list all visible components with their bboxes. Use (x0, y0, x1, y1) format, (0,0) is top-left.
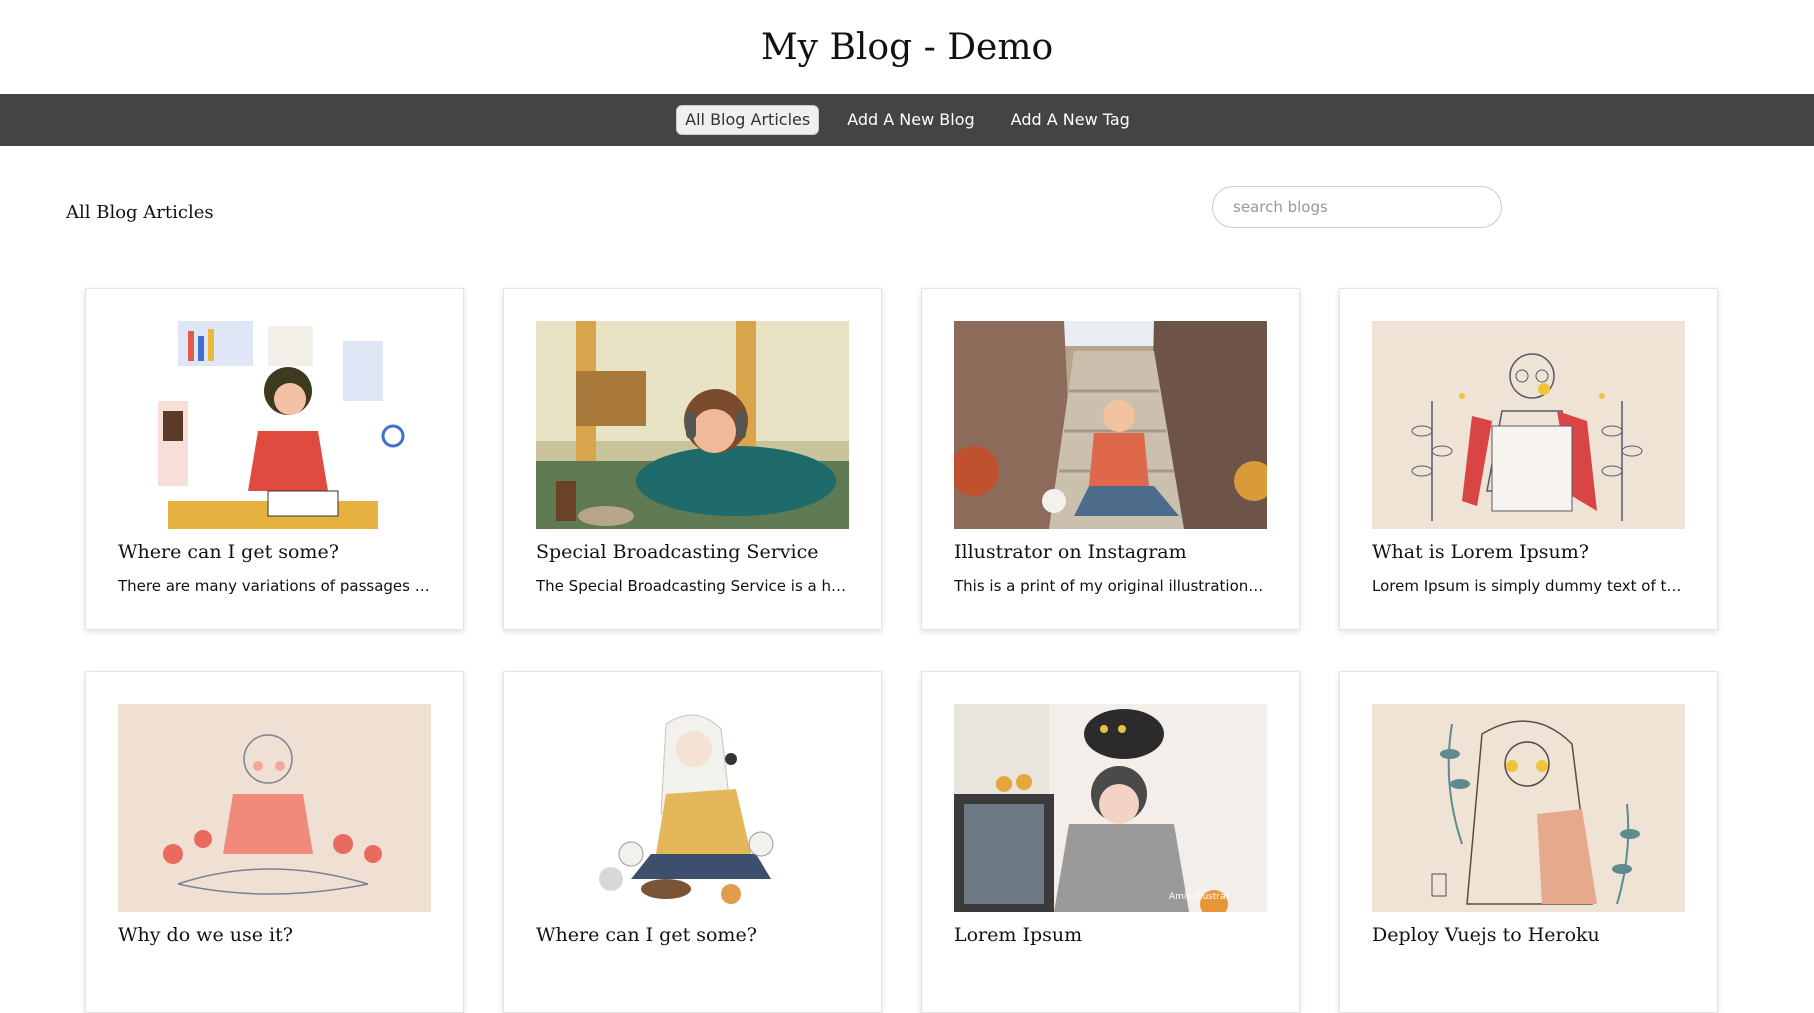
article-title[interactable]: Where can I get some? (536, 924, 849, 946)
article-card[interactable]: What is Lorem Ipsum? Lorem Ipsum is simp… (1339, 288, 1718, 630)
article-title[interactable]: Deploy Vuejs to Heroku (1372, 924, 1685, 946)
nav-all-blog-articles[interactable]: All Blog Articles (676, 105, 820, 135)
article-title[interactable]: Why do we use it? (118, 924, 431, 946)
section-title: All Blog Articles (66, 202, 214, 223)
article-card[interactable]: Why do we use it? (85, 671, 464, 1013)
nav-add-new-blog[interactable]: Add A New Blog (839, 106, 982, 134)
image-signature: Amie·Illustrat (1169, 892, 1230, 902)
article-thumbnail (954, 321, 1267, 529)
article-title[interactable]: Lorem Ipsum (954, 924, 1267, 946)
toolbar: All Blog Articles (0, 146, 1814, 270)
article-thumbnail (118, 704, 431, 912)
article-grid: Where can I get some? There are many var… (85, 288, 1718, 1013)
nav-add-new-tag[interactable]: Add A New Tag (1003, 106, 1138, 134)
article-card[interactable]: Amie·Illustrat Lorem Ipsum (921, 671, 1300, 1013)
article-excerpt: This is a print of my original illustrat… (954, 577, 1267, 595)
article-title[interactable]: Where can I get some? (118, 541, 431, 563)
article-title[interactable]: Special Broadcasting Service (536, 541, 849, 563)
article-excerpt: The Special Broadcasting Service is a hy… (536, 577, 849, 595)
article-thumbnail (1372, 704, 1685, 912)
article-thumbnail: Amie·Illustrat (954, 704, 1267, 912)
article-thumbnail (118, 321, 431, 529)
site-title: My Blog - Demo (760, 26, 1054, 68)
article-card[interactable]: Where can I get some? There are many var… (85, 288, 464, 630)
article-thumbnail (1372, 321, 1685, 529)
article-card[interactable]: Illustrator on Instagram This is a print… (921, 288, 1300, 630)
article-thumbnail (536, 704, 849, 912)
article-card[interactable]: Where can I get some? (503, 671, 882, 1013)
article-title[interactable]: Illustrator on Instagram (954, 541, 1267, 563)
article-card[interactable]: Deploy Vuejs to Heroku (1339, 671, 1718, 1013)
article-card[interactable]: Special Broadcasting Service The Special… (503, 288, 882, 630)
article-excerpt: Lorem Ipsum is simply dummy text of th… (1372, 577, 1685, 595)
article-thumbnail (536, 321, 849, 529)
article-title[interactable]: What is Lorem Ipsum? (1372, 541, 1685, 563)
search-input[interactable] (1212, 186, 1502, 228)
navbar: All Blog Articles Add A New Blog Add A N… (0, 94, 1814, 146)
article-excerpt: There are many variations of passages of… (118, 577, 431, 595)
